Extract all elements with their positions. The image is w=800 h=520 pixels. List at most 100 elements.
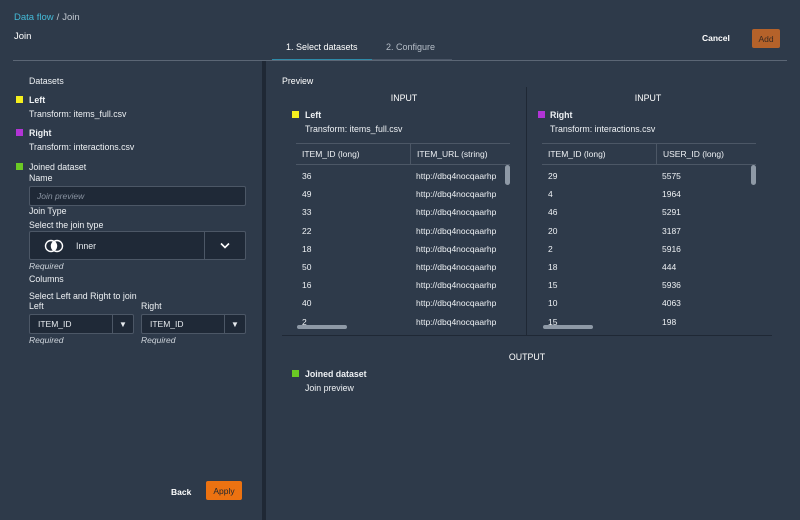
join-type-select[interactable]: Inner — [29, 231, 246, 260]
table-row: 18 444 — [542, 258, 756, 276]
left-preview-transform: Transform: items_full.csv — [305, 124, 403, 134]
table-cell: 20 — [548, 225, 558, 236]
input-output-divider — [282, 335, 772, 336]
column-header: ITEM_ID (long) — [302, 149, 360, 159]
left-table-horizontal-scrollbar[interactable] — [297, 325, 347, 329]
right-preview-label: Right — [550, 110, 573, 120]
table-cell: http://dbq4nocqaarhp — [416, 262, 497, 273]
columns-label: Columns — [29, 274, 64, 284]
right-column-value: ITEM_ID — [142, 315, 225, 333]
table-cell: 198 — [662, 316, 677, 327]
table-cell: 18 — [302, 243, 312, 254]
table-cell: http://dbq4nocqaarhp — [416, 189, 497, 200]
add-button[interactable]: Add — [752, 29, 780, 48]
table-cell: 22 — [302, 225, 312, 236]
left-column-select[interactable]: ITEM_ID ▼ — [29, 314, 134, 334]
tab-select-datasets[interactable]: 1. Select datasets — [272, 38, 372, 61]
table-cell: 4 — [548, 189, 553, 200]
left-preview-swatch-icon — [292, 111, 299, 118]
output-heading: OUTPUT — [508, 352, 546, 362]
panel-divider — [262, 61, 266, 520]
table-cell: http://dbq4nocqaarhp — [416, 316, 497, 327]
table-row: 40 http://dbq4nocqaarhp — [296, 294, 510, 312]
caret-down-icon[interactable]: ▼ — [225, 315, 245, 333]
inner-join-venn-icon — [44, 239, 64, 252]
table-cell: 33 — [302, 207, 312, 218]
left-input-heading: INPUT — [390, 93, 418, 103]
table-row: 15 5936 — [542, 276, 756, 294]
caret-down-icon[interactable]: ▼ — [113, 315, 133, 333]
back-button[interactable]: Back — [171, 487, 191, 497]
right-column-select[interactable]: ITEM_ID ▼ — [141, 314, 246, 334]
right-column-label: Right — [141, 301, 162, 311]
joined-dataset-label: Joined dataset — [29, 162, 87, 172]
table-cell: 36 — [302, 171, 312, 182]
datasets-heading: Datasets — [29, 76, 64, 86]
table-cell: http://dbq4nocqaarhp — [416, 298, 497, 309]
table-cell: 16 — [302, 280, 312, 291]
table-cell: 4063 — [662, 298, 681, 309]
table-cell: http://dbq4nocqaarhp — [416, 225, 497, 236]
table-row: 50 http://dbq4nocqaarhp — [296, 258, 510, 276]
table-cell: 18 — [548, 262, 558, 273]
column-header: ITEM_URL (string) — [410, 144, 510, 164]
join-type-label: Join Type — [29, 206, 67, 216]
table-row: 46 5291 — [542, 203, 756, 221]
output-swatch-icon — [292, 370, 299, 377]
right-table-horizontal-scrollbar[interactable] — [543, 325, 593, 329]
table-row: 4 1964 — [542, 185, 756, 203]
table-cell: 5291 — [662, 207, 681, 218]
join-name-input[interactable]: Join preview — [29, 186, 246, 206]
left-column-value: ITEM_ID — [30, 315, 113, 333]
left-preview-table: ITEM_ID (long) ITEM_URL (string) 36 http:… — [296, 143, 510, 331]
table-cell: 50 — [302, 262, 312, 273]
table-cell: 40 — [302, 298, 312, 309]
join-type-value[interactable]: Inner — [30, 232, 205, 259]
right-column-required: Required — [141, 335, 176, 345]
table-cell: 5916 — [662, 243, 681, 254]
left-dataset-label: Left — [29, 95, 46, 105]
columns-sublabel: Select Left and Right to join — [29, 291, 137, 301]
output-dataset-sublabel: Join preview — [305, 383, 354, 393]
table-cell: 29 — [548, 171, 558, 182]
join-type-dropdown-button[interactable] — [205, 232, 245, 259]
table-cell: 444 — [662, 262, 677, 273]
left-dataset-transform: Transform: items_full.csv — [29, 109, 127, 119]
right-table-vertical-scrollbar[interactable] — [751, 165, 756, 185]
column-header: ITEM_ID (long) — [548, 149, 606, 159]
table-row: 2 5916 — [542, 240, 756, 258]
table-row: 18 http://dbq4nocqaarhp — [296, 240, 510, 258]
table-header: ITEM_ID (long) USER_ID (long) — [542, 143, 756, 165]
right-preview-swatch-icon — [538, 111, 545, 118]
right-input-heading: INPUT — [634, 93, 662, 103]
table-header: ITEM_ID (long) ITEM_URL (string) — [296, 143, 510, 165]
right-dataset-label: Right — [29, 128, 52, 138]
right-preview-table: ITEM_ID (long) USER_ID (long) 29 5575 4 196… — [542, 143, 756, 331]
join-type-text: Inner — [76, 240, 97, 251]
tab-configure[interactable]: 2. Configure — [372, 38, 452, 61]
table-row: 33 http://dbq4nocqaarhp — [296, 203, 510, 221]
table-cell: 15 — [548, 280, 558, 291]
left-color-swatch-icon — [16, 96, 23, 103]
apply-button[interactable]: Apply — [206, 481, 242, 500]
table-cell: http://dbq4nocqaarhp — [416, 280, 497, 291]
right-dataset-transform: Transform: interactions.csv — [29, 142, 135, 152]
breadcrumb-data-flow-link[interactable]: Data flow — [14, 12, 54, 23]
table-row: 22 http://dbq4nocqaarhp — [296, 222, 510, 240]
cancel-button[interactable]: Cancel — [702, 33, 730, 43]
right-preview-transform: Transform: interactions.csv — [550, 124, 656, 134]
page-title: Join — [14, 31, 32, 42]
joined-color-swatch-icon — [16, 163, 23, 170]
table-cell: 3187 — [662, 225, 681, 236]
table-cell: 46 — [548, 207, 558, 218]
table-cell: http://dbq4nocqaarhp — [416, 243, 497, 254]
join-type-sublabel: Select the join type — [29, 220, 104, 230]
chevron-down-icon — [220, 242, 230, 249]
left-table-vertical-scrollbar[interactable] — [505, 165, 510, 185]
table-cell: http://dbq4nocqaarhp — [416, 171, 497, 182]
step-tabs: 1. Select datasets 2. Configure — [272, 38, 452, 61]
breadcrumb-separator: / — [56, 12, 60, 23]
column-header: USER_ID (long) — [656, 144, 756, 164]
table-cell: 10 — [548, 298, 558, 309]
breadcrumb: Data flow / Join — [14, 12, 80, 23]
